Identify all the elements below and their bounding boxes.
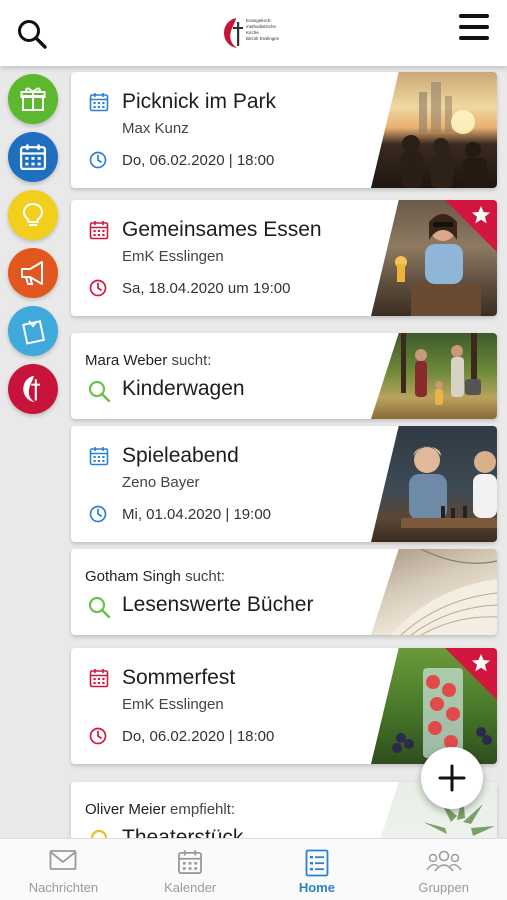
event-image — [371, 426, 497, 542]
search-icon[interactable] — [16, 18, 48, 50]
star-icon — [472, 206, 490, 224]
calendar-category-button[interactable] — [8, 132, 58, 182]
search-request-card[interactable]: Gotham Singh sucht: Lesenswerte Bücher — [71, 549, 497, 635]
category-rail — [0, 66, 66, 836]
event-organizer: EmK Esslingen — [122, 696, 224, 713]
event-title: Spieleabend — [122, 444, 239, 467]
envelope-icon — [49, 850, 77, 870]
event-card[interactable]: Sommerfest EmK Esslingen Do, 06.02.2020 … — [71, 648, 497, 764]
star-icon — [472, 654, 490, 672]
clock-icon — [89, 279, 107, 297]
tab-gruppen[interactable]: Gruppen — [380, 839, 507, 900]
request-verb: sucht: — [171, 352, 212, 369]
feed[interactable]: Picknick im Park Max Kunz Do, 06.02.2020… — [0, 66, 507, 838]
add-button[interactable] — [421, 747, 483, 809]
event-image — [371, 72, 497, 188]
clock-icon — [89, 151, 107, 169]
event-card[interactable]: Picknick im Park Max Kunz Do, 06.02.2020… — [71, 72, 497, 188]
app-header: Evangelisch- methodistische Kirche Bezir… — [0, 0, 507, 66]
request-verb: sucht: — [185, 568, 226, 585]
event-card[interactable]: Gemeinsames Essen EmK Esslingen Sa, 18.0… — [71, 200, 497, 316]
group-icon — [426, 850, 462, 872]
church-logo-icon — [23, 375, 41, 403]
calendar-icon — [19, 144, 47, 171]
calendar-icon — [89, 221, 109, 240]
event-date: Do, 06.02.2020 | 18:00 — [122, 152, 275, 169]
event-title: Picknick im Park — [122, 90, 277, 113]
event-organizer: Zeno Bayer — [122, 474, 200, 491]
calendar-icon — [89, 447, 109, 466]
search-request-header: Gotham Singh sucht: — [85, 568, 225, 585]
recommendation-header: Oliver Meier empfiehlt: — [85, 801, 235, 818]
idea-category-button[interactable] — [8, 190, 58, 240]
lightbulb-icon — [22, 202, 44, 226]
tab-label: Gruppen — [418, 880, 469, 895]
megaphone-icon — [21, 261, 43, 285]
magnifier-icon — [88, 596, 111, 619]
event-title: Gemeinsames Essen — [122, 218, 322, 241]
tab-home[interactable]: Home — [254, 839, 381, 900]
event-date: Mi, 01.04.2020 | 19:00 — [122, 506, 272, 523]
request-image — [371, 549, 497, 635]
request-verb: empfiehlt: — [170, 801, 236, 818]
search-request-header: Mara Weber sucht: — [85, 352, 211, 369]
event-organizer: EmK Esslingen — [122, 248, 224, 265]
calendar-icon — [89, 93, 109, 112]
event-date: Sa, 18.04.2020 um 19:00 — [122, 280, 291, 297]
church-logo: Evangelisch- methodistische Kirche Bezir… — [222, 14, 292, 54]
magnifier-icon — [88, 380, 111, 403]
calendar-icon — [178, 850, 203, 874]
user-name: Oliver Meier — [85, 801, 166, 818]
search-term: Lesenswerte Bücher — [122, 593, 314, 616]
bottom-navigation: Nachrichten Kalender Home Gruppen — [0, 838, 507, 900]
event-card[interactable]: Spieleabend Zeno Bayer Mi, 01.04.2020 | … — [71, 426, 497, 542]
recommendation-title: Theaterstück — [122, 826, 244, 838]
church-category-button[interactable] — [8, 364, 58, 414]
event-date: Do, 06.02.2020 | 18:00 — [122, 728, 275, 745]
logo-line: Bezirk Esslingen — [246, 36, 280, 41]
tab-label: Nachrichten — [28, 880, 99, 895]
list-icon — [305, 849, 329, 877]
user-name: Mara Weber — [85, 352, 168, 369]
tab-nachrichten[interactable]: Nachrichten — [0, 839, 127, 900]
request-image — [371, 333, 497, 419]
clock-icon — [89, 727, 107, 745]
gift-category-button[interactable] — [8, 74, 58, 124]
user-name: Gotham Singh — [85, 568, 181, 585]
event-title: Sommerfest — [122, 666, 236, 689]
tab-label: Home — [298, 880, 335, 895]
gift-icon — [20, 87, 46, 111]
tab-label: Kalender — [164, 880, 217, 895]
clock-icon — [89, 505, 107, 523]
lightbulb-icon — [90, 829, 108, 838]
hamburger-menu-icon[interactable] — [459, 14, 491, 44]
plus-icon — [438, 764, 466, 792]
announcement-category-button[interactable] — [8, 248, 58, 298]
calendar-icon — [89, 669, 109, 688]
event-organizer: Max Kunz — [122, 120, 189, 137]
notes-category-button[interactable] — [8, 306, 58, 356]
search-request-card[interactable]: Mara Weber sucht: Kinderwagen — [71, 333, 497, 419]
search-term: Kinderwagen — [122, 377, 245, 400]
note-icon — [22, 320, 46, 345]
tab-kalender[interactable]: Kalender — [127, 839, 254, 900]
